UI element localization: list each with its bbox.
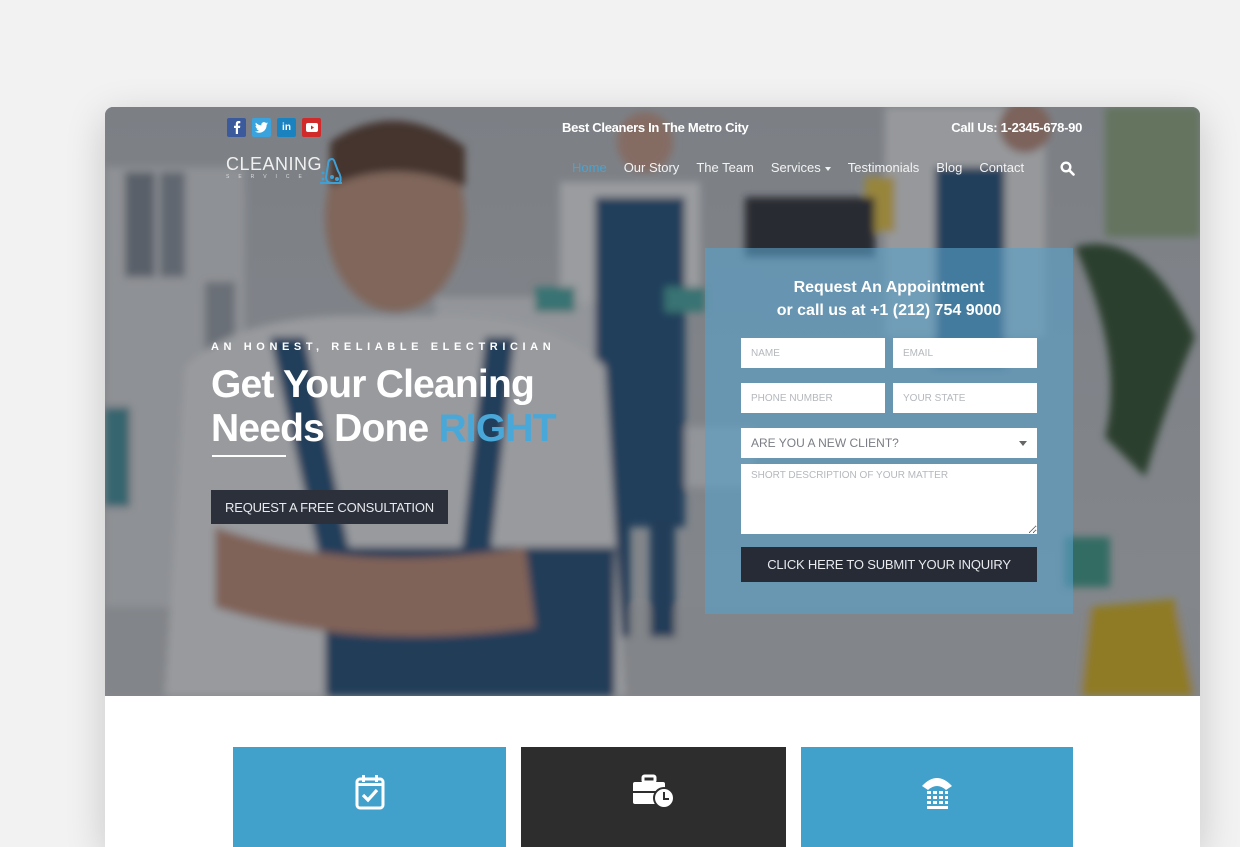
linkedin-glyph: in (282, 122, 291, 133)
headline-line-1: Get Your Cleaning (211, 363, 535, 406)
request-consultation-button[interactable]: REQUEST A FREE CONSULTATION (211, 490, 448, 524)
headline-line-2-text: Needs Done (211, 407, 439, 450)
site-logo[interactable]: CLEANING SERVICE (226, 154, 342, 184)
tagline: Best Cleaners In The Metro City (562, 120, 749, 135)
submit-inquiry-button[interactable]: CLICK HERE TO SUBMIT YOUR INQUIRY (741, 547, 1037, 582)
call-us-phone[interactable]: Call Us: 1-2345-678-90 (951, 120, 1082, 135)
twitter-icon[interactable] (252, 118, 271, 137)
nav-home[interactable]: Home (572, 160, 607, 175)
logo-title: CLEANING (226, 154, 323, 174)
feature-card-schedule[interactable] (233, 747, 506, 847)
hero-section: in Best Cleaners In The Metro City Call … (105, 107, 1200, 696)
facebook-icon[interactable] (227, 118, 246, 137)
description-textarea[interactable] (741, 464, 1037, 534)
logo-subtitle: SERVICE (226, 174, 311, 180)
vacuum-logo-icon (318, 157, 344, 190)
headline-divider (212, 455, 286, 457)
nav-blog[interactable]: Blog (936, 160, 962, 175)
feature-card-call[interactable] (801, 747, 1073, 847)
name-field[interactable] (741, 338, 885, 368)
feature-card-hours[interactable] (521, 747, 786, 847)
calendar-check-icon (354, 774, 386, 847)
nav-contact[interactable]: Contact (979, 160, 1024, 175)
top-bar: in Best Cleaners In The Metro City Call … (105, 107, 1200, 147)
state-field[interactable] (893, 383, 1037, 413)
browser-window: in Best Cleaners In The Metro City Call … (105, 107, 1200, 847)
new-client-select-value: ARE YOU A NEW CLIENT? (751, 436, 899, 450)
form-title-line-2: or call us at +1 (212) 754 9000 (776, 302, 1002, 319)
dropdown-caret-icon (1019, 440, 1027, 446)
phone-field[interactable] (741, 383, 885, 413)
phone-keypad-icon (920, 774, 954, 847)
search-icon[interactable] (1060, 161, 1075, 181)
youtube-icon[interactable] (302, 118, 321, 137)
nav-testimonials[interactable]: Testimonials (848, 160, 920, 175)
new-client-select[interactable]: ARE YOU A NEW CLIENT? (741, 428, 1037, 458)
nav-services[interactable]: Services (771, 160, 831, 175)
hero-headline: Get Your Cleaning Needs Done RIGHT (211, 363, 557, 451)
headline-line-2: Needs Done RIGHT (211, 407, 557, 451)
linkedin-icon[interactable]: in (277, 118, 296, 137)
email-field[interactable] (893, 338, 1037, 368)
form-title-line-1: Request An Appointment (793, 279, 985, 296)
appointment-form-panel: Request An Appointment or call us at +1 … (705, 248, 1073, 614)
main-nav: Home Our Story The Team Services Testimo… (572, 160, 1041, 175)
hero-eyebrow: AN HONEST, RELIABLE ELECTRICIAN (211, 341, 556, 353)
headline-accent: RIGHT (438, 407, 556, 450)
social-links: in (227, 118, 321, 137)
chevron-down-icon (824, 166, 831, 171)
nav-our-story[interactable]: Our Story (624, 160, 680, 175)
briefcase-clock-icon (631, 774, 677, 847)
form-title: Request An Appointment or call us at +1 … (705, 276, 1073, 322)
nav-the-team[interactable]: The Team (696, 160, 754, 175)
nav-services-label: Services (770, 160, 821, 175)
